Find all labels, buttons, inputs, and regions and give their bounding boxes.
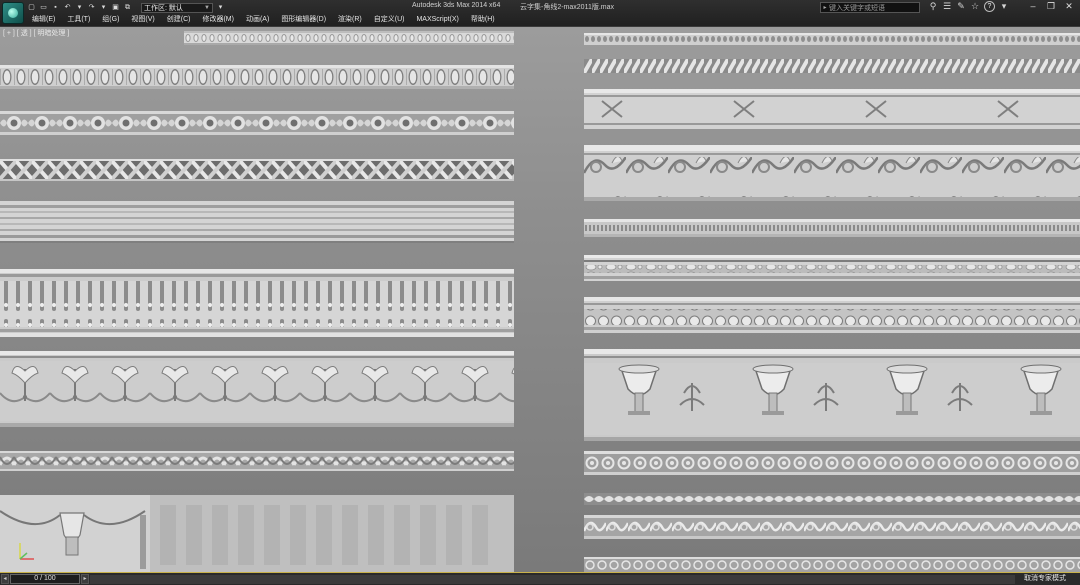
info-center-toolbar: ⚲ ☰ ✎ ☆ ? ▾ xyxy=(928,1,1009,12)
menu-item-group[interactable]: 组(G) xyxy=(96,14,125,25)
viewport-label[interactable]: [ + ] [ 透 ] [ 明暗处理 ] xyxy=(3,28,69,38)
redo-dropdown-icon[interactable]: ▾ xyxy=(99,3,108,12)
title-bar: ▢ ▭ ▪ ↶ ▾ ↷ ▾ ▣ ⧉ 工作区: 默认 ▼ ▾ Autodesk 3… xyxy=(0,0,1080,26)
window-controls: – ❐ ✕ xyxy=(1028,1,1074,12)
chevron-down-icon: ▼ xyxy=(204,4,210,11)
axis-gizmo-icon xyxy=(19,543,34,560)
molding-bead-reel xyxy=(584,255,1080,281)
search-placeholder: 键入关键字或短语 xyxy=(829,4,885,12)
perspective-viewport[interactable]: [ + ] [ 透 ] [ 明暗处理 ] xyxy=(0,26,1080,572)
menu-item-create[interactable]: 创建(C) xyxy=(161,14,197,25)
menu-item-maxscript[interactable]: MAXScript(X) xyxy=(410,14,464,25)
menu-item-edit[interactable]: 编辑(E) xyxy=(26,14,61,25)
time-slider-bar: ◂ 0 / 100 ▸ 取消专家模式 xyxy=(0,572,1080,585)
restore-icon[interactable]: ❐ xyxy=(1046,1,1056,12)
toolbar-options-icon[interactable]: ▾ xyxy=(216,3,225,12)
binoculars-icon[interactable]: ⚲ xyxy=(928,1,938,12)
menu-item-customize[interactable]: 自定义(U) xyxy=(368,14,411,25)
communication-icon[interactable]: ✎ xyxy=(956,1,966,12)
menu-item-tools[interactable]: 工具(T) xyxy=(61,14,96,25)
save-icon[interactable]: ▪ xyxy=(51,3,60,12)
quick-access-toolbar: ▢ ▭ ▪ ↶ ▾ ↷ ▾ ▣ ⧉ 工作区: 默认 ▼ ▾ xyxy=(27,2,225,13)
help-dropdown-icon[interactable]: ▾ xyxy=(999,1,1009,12)
search-input[interactable]: ▸ 键入关键字或短语 xyxy=(820,2,920,13)
molding-thin-bead-right xyxy=(584,33,1080,45)
menu-bar: 编辑(E) 工具(T) 组(G) 视图(V) 创建(C) 修改器(M) 动画(A… xyxy=(26,14,501,25)
favorites-icon[interactable]: ☆ xyxy=(970,1,980,12)
molding-twisted-rope xyxy=(584,59,1080,73)
new-file-icon[interactable]: ▢ xyxy=(27,3,36,12)
molding-palmette-frieze xyxy=(0,351,514,427)
hold-icon[interactable]: ▣ xyxy=(111,3,120,12)
redo-icon[interactable]: ↷ xyxy=(87,3,96,12)
subscription-icon[interactable]: ☰ xyxy=(942,1,952,12)
menu-item-help[interactable]: 帮助(H) xyxy=(465,14,501,25)
molding-spiral-band xyxy=(584,451,1080,475)
molding-rosette-band xyxy=(0,111,514,135)
molding-reeded-band xyxy=(0,201,514,243)
molding-lattice xyxy=(0,159,514,181)
molding-fine-bead-band xyxy=(584,219,1080,237)
undo-icon[interactable]: ↶ xyxy=(63,3,72,12)
time-next-icon[interactable]: ▸ xyxy=(81,574,89,584)
minimize-icon[interactable]: – xyxy=(1028,1,1038,12)
molding-bowtie-band xyxy=(584,89,1080,129)
menu-item-graph-editors[interactable]: 图形编辑器(D) xyxy=(275,14,332,25)
fetch-icon[interactable]: ⧉ xyxy=(123,3,132,12)
app-title: Autodesk 3ds Max 2014 x64 xyxy=(412,2,501,9)
search-arrow-icon: ▸ xyxy=(823,5,827,11)
molding-ornate-band xyxy=(584,493,1080,505)
molding-scroll-frieze xyxy=(584,145,1080,201)
close-icon[interactable]: ✕ xyxy=(1064,1,1074,12)
expert-mode-status[interactable]: 取消专家模式 xyxy=(1024,574,1066,584)
help-icon[interactable]: ? xyxy=(984,1,995,12)
app-logo-icon[interactable] xyxy=(2,2,24,24)
menu-item-animation[interactable]: 动画(A) xyxy=(240,14,275,25)
molding-bead-small xyxy=(184,31,514,45)
molding-urn-panel xyxy=(0,495,514,572)
file-title: 云字集-角线2-max2011版.max xyxy=(520,4,615,11)
menu-item-rendering[interactable]: 渲染(R) xyxy=(332,14,368,25)
molding-guilloche-rope xyxy=(0,451,514,471)
molding-egg-dart xyxy=(0,65,514,89)
time-prev-icon[interactable]: ◂ xyxy=(1,574,9,584)
molding-pearl-band xyxy=(584,297,1080,333)
molding-urn-fleur-frieze xyxy=(584,349,1080,441)
open-file-icon[interactable]: ▭ xyxy=(39,3,48,12)
menu-item-modifiers[interactable]: 修改器(M) xyxy=(196,14,240,25)
time-slider-counter[interactable]: 0 / 100 xyxy=(10,574,80,584)
workspace-dropdown[interactable]: 工作区: 默认 ▼ xyxy=(141,2,213,13)
molding-base-band xyxy=(584,557,1080,572)
molding-acanthus-scroll xyxy=(584,515,1080,539)
molding-fluted-band xyxy=(0,269,514,337)
workspace-label: 工作区: 默认 xyxy=(144,4,183,12)
undo-dropdown-icon[interactable]: ▾ xyxy=(75,3,84,12)
menu-item-views[interactable]: 视图(V) xyxy=(125,14,160,25)
track-bar[interactable] xyxy=(90,575,1015,584)
